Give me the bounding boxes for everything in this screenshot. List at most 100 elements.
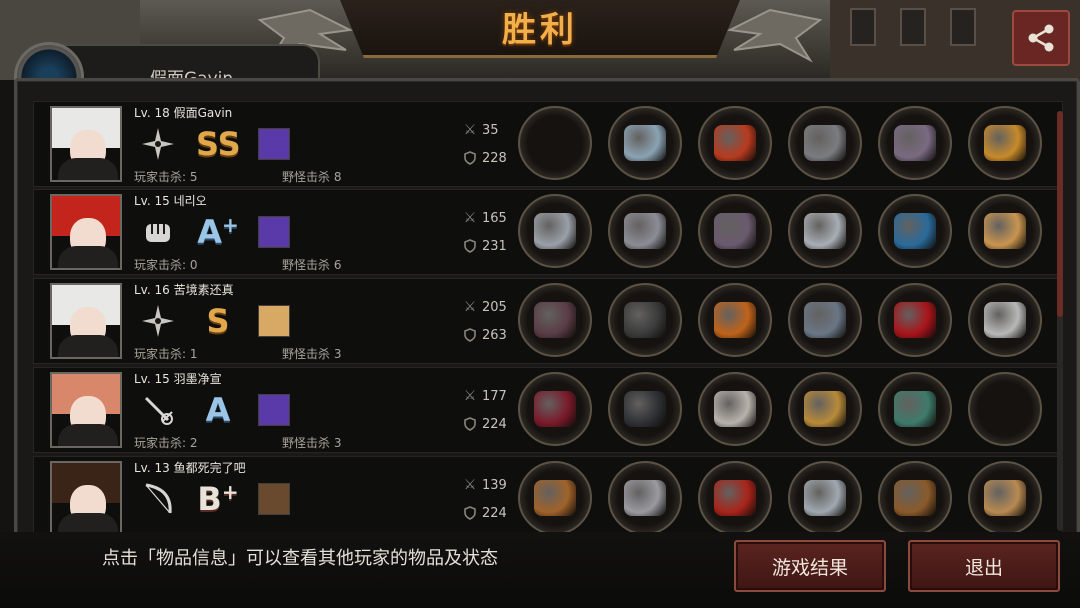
equipment-slot[interactable] <box>788 283 862 357</box>
equipment-item-icon <box>804 391 846 427</box>
equipment-slot[interactable] <box>878 372 952 446</box>
equipment-slot[interactable] <box>968 106 1042 180</box>
equipment-slot[interactable] <box>698 106 772 180</box>
equipment-slot[interactable] <box>608 194 682 268</box>
player-row[interactable]: Lv. 15 羽墨净宣 A 玩家击杀: 2 野怪击杀 3 ⚔ 177 224 <box>33 367 1063 453</box>
equipment-slot[interactable] <box>698 283 772 357</box>
equipment-slot[interactable] <box>878 461 952 535</box>
equipment-item-icon <box>894 302 936 338</box>
shield-icon <box>462 150 478 166</box>
equipment-slot[interactable] <box>968 372 1042 446</box>
defense-stat: 263 <box>462 327 507 343</box>
crossed-swords-icon: ⚔ <box>463 477 477 493</box>
skill-icon <box>258 305 290 337</box>
equipment-item-icon <box>894 480 936 516</box>
equipment-item-icon <box>894 391 936 427</box>
equipment-item-icon <box>804 302 846 338</box>
equipment-slot[interactable] <box>968 283 1042 357</box>
equipment-item-icon <box>534 480 576 516</box>
shield-icon <box>462 238 478 254</box>
character-portrait <box>50 283 122 359</box>
character-portrait <box>50 106 122 182</box>
attack-stat: ⚔ 205 <box>463 299 507 315</box>
scrollbar[interactable] <box>1057 111 1063 531</box>
building-window <box>950 8 976 46</box>
equipment-item-icon <box>534 125 576 161</box>
equipment-item-icon <box>984 480 1026 516</box>
equipment-slot[interactable] <box>608 461 682 535</box>
victory-title: 胜利 <box>502 10 578 50</box>
item-slots <box>518 461 1042 535</box>
equipment-item-icon <box>714 213 756 249</box>
equipment-slot[interactable] <box>608 283 682 357</box>
shield-icon <box>462 505 478 521</box>
equipment-slot[interactable] <box>698 372 772 446</box>
item-slots <box>518 372 1042 446</box>
results-panel: Lv. 18 假面Gavin SS 玩家击杀: 5 野怪击杀 8 ⚔ 35 228… <box>14 78 1080 608</box>
player-row[interactable]: Lv. 15 네리오 A+ 玩家击杀: 0 野怪击杀 6 ⚔ 165 231 <box>33 189 1063 275</box>
player-level-name: Lv. 18 假面Gavin <box>134 106 233 120</box>
equipment-item-icon <box>624 480 666 516</box>
skill-icon <box>258 216 290 248</box>
equipment-slot[interactable] <box>518 194 592 268</box>
skill-icon <box>258 483 290 515</box>
player-level-name: Lv. 13 鱼都死完了吧 <box>134 461 246 475</box>
bow-icon <box>138 479 178 519</box>
player-row[interactable]: Lv. 13 鱼都死完了吧 B+ ⚔ 139 224 <box>33 456 1063 542</box>
player-row[interactable]: Lv. 18 假面Gavin SS 玩家击杀: 5 野怪击杀 8 ⚔ 35 228 <box>33 101 1063 187</box>
equipment-slot[interactable] <box>518 372 592 446</box>
equipment-slot[interactable] <box>788 194 862 268</box>
equipment-slot[interactable] <box>608 372 682 446</box>
crossed-swords-icon: ⚔ <box>463 210 477 226</box>
shuriken-icon <box>138 124 178 164</box>
equipment-slot[interactable] <box>518 106 592 180</box>
equipment-slot[interactable] <box>788 461 862 535</box>
defense-stat: 231 <box>462 238 507 254</box>
skill-icon <box>258 394 290 426</box>
equipment-slot[interactable] <box>878 106 952 180</box>
game-result-button[interactable]: 游戏结果 <box>734 540 886 592</box>
share-icon <box>1028 24 1054 52</box>
equipment-slot[interactable] <box>788 372 862 446</box>
equipment-slot[interactable] <box>968 461 1042 535</box>
attack-stat: ⚔ 177 <box>463 388 507 404</box>
equipment-slot[interactable] <box>698 194 772 268</box>
equipment-slot[interactable] <box>698 461 772 535</box>
player-level-name: Lv. 15 네리오 <box>134 194 207 208</box>
crossed-swords-icon: ⚔ <box>463 122 477 138</box>
equipment-item-icon <box>714 480 756 516</box>
item-slots <box>518 283 1042 357</box>
hint-text: 点击「物品信息」可以查看其他玩家的物品及状态 <box>102 548 498 569</box>
item-slots <box>518 194 1042 268</box>
equipment-item-icon <box>894 125 936 161</box>
equipment-item-icon <box>894 213 936 249</box>
player-kills: 玩家击杀: 0 <box>134 258 198 272</box>
equipment-item-icon <box>624 391 666 427</box>
equipment-slot[interactable] <box>608 106 682 180</box>
scroll-thumb[interactable] <box>1057 111 1063 317</box>
equipment-item-icon <box>624 302 666 338</box>
equipment-item-icon <box>534 391 576 427</box>
grade-badge: A+ <box>197 213 239 251</box>
equipment-slot[interactable] <box>968 194 1042 268</box>
player-row[interactable]: Lv. 16 苦境素还真 S 玩家击杀: 1 野怪击杀 3 ⚔ 205 263 <box>33 278 1063 364</box>
defense-stat: 224 <box>462 505 507 521</box>
share-button[interactable] <box>1012 10 1070 66</box>
monster-kills: 野怪击杀 3 <box>282 436 342 450</box>
equipment-slot[interactable] <box>518 283 592 357</box>
equipment-slot[interactable] <box>518 461 592 535</box>
equipment-item-icon <box>624 125 666 161</box>
equipment-slot[interactable] <box>788 106 862 180</box>
exit-button[interactable]: 退出 <box>908 540 1060 592</box>
equipment-item-icon <box>804 480 846 516</box>
shield-icon <box>462 416 478 432</box>
building-window <box>900 8 926 46</box>
equipment-item-icon <box>624 213 666 249</box>
character-portrait <box>50 194 122 270</box>
attack-stat: ⚔ 165 <box>463 210 507 226</box>
equipment-item-icon <box>984 213 1026 249</box>
grade-badge: A <box>205 391 231 429</box>
equipment-slot[interactable] <box>878 283 952 357</box>
equipment-slot[interactable] <box>878 194 952 268</box>
player-kills: 玩家击杀: 2 <box>134 436 198 450</box>
